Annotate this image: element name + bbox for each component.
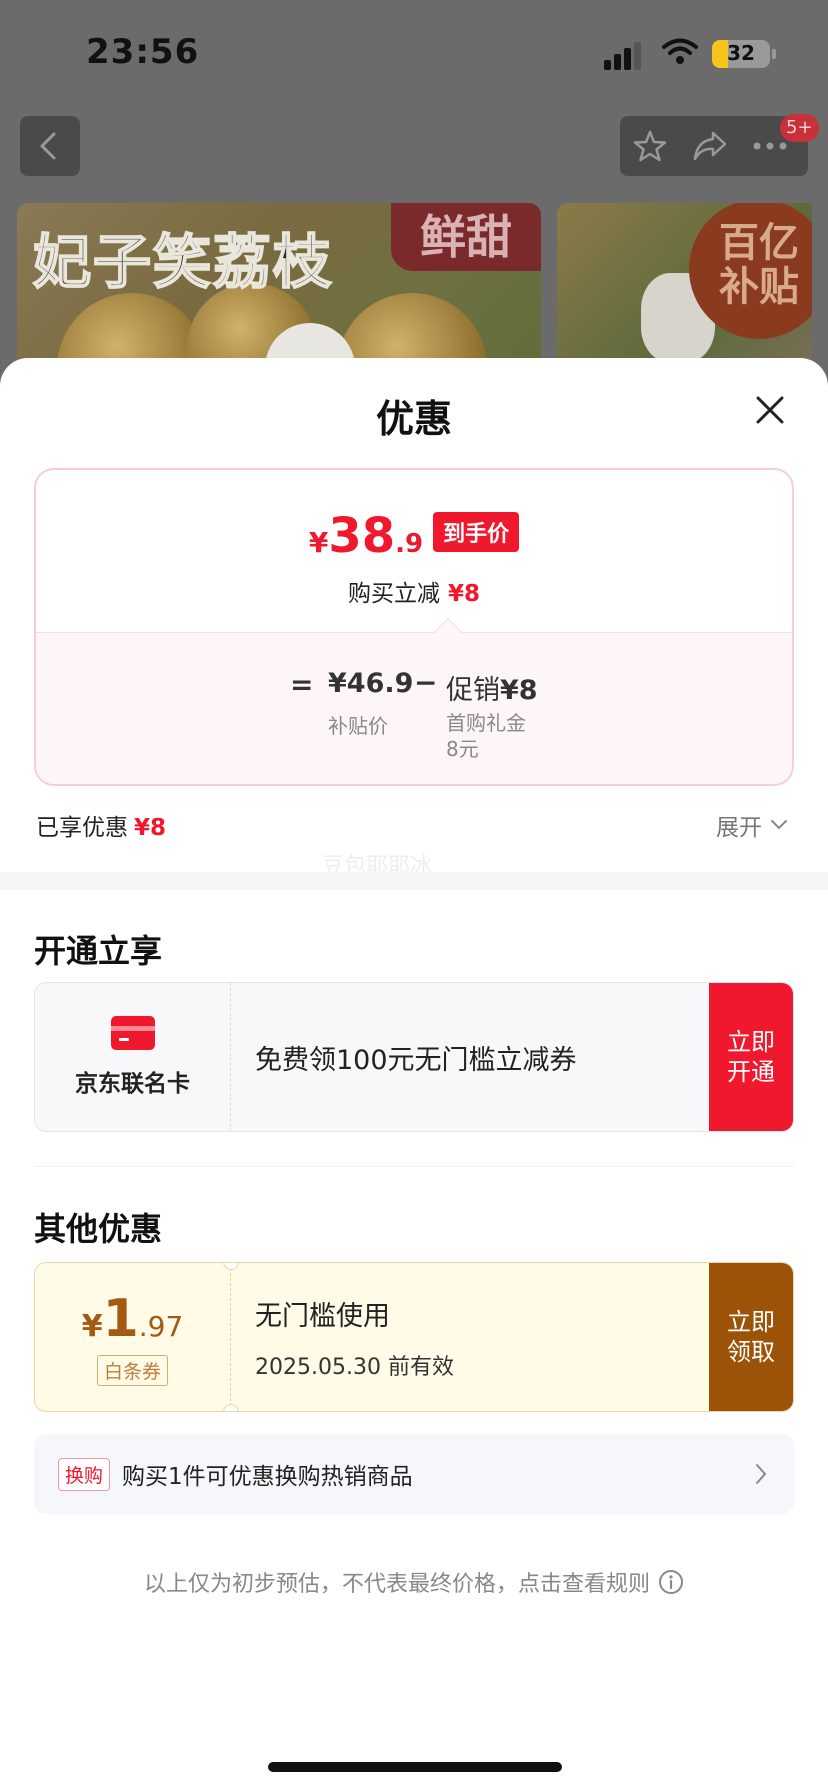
price-breakdown bbox=[36, 632, 792, 784]
notification-badge: 5+ bbox=[780, 114, 819, 142]
banner-title: 妃子笑荔枝 bbox=[32, 227, 334, 297]
chevron-left-icon bbox=[40, 132, 56, 160]
coupon-type-tag: 白条券 bbox=[96, 1354, 168, 1386]
product-banner-image: 妃子笑荔枝 鲜甜 bbox=[17, 203, 541, 380]
swap-offer-row[interactable]: 换购 购买1件可优惠换购热销商品 bbox=[34, 1434, 794, 1514]
promo-detail: 首购礼金 8元 bbox=[446, 711, 526, 761]
coupon-decimal: .97 bbox=[138, 1309, 184, 1343]
coupon-amount: ¥ 1 .97 bbox=[82, 1289, 184, 1349]
card-offer-text: 免费领100元无门槛立减券 bbox=[255, 1044, 577, 1076]
close-icon bbox=[756, 396, 784, 424]
coupon-details: 无门槛使用 2025.05.30 前有效 bbox=[231, 1263, 709, 1411]
enjoyed-discount: 已享优惠 ¥8 bbox=[36, 808, 166, 842]
close-button[interactable] bbox=[748, 388, 792, 432]
equals-sign: = bbox=[290, 668, 314, 701]
status-bar: 23:56 32 bbox=[0, 0, 828, 100]
battery-cap bbox=[772, 49, 776, 59]
cobrand-card-offer: 京东联名卡 免费领100元无门槛立减券 立即 开通 bbox=[34, 982, 794, 1132]
other-section-title: 其他优惠 bbox=[34, 1210, 163, 1248]
open-section-title: 开通立享 bbox=[34, 932, 163, 970]
info-icon bbox=[659, 1570, 683, 1594]
promo-line: 促销¥8 bbox=[446, 668, 538, 707]
base-price: ¥46.9 bbox=[328, 668, 414, 699]
promo-amount: ¥8 bbox=[500, 675, 538, 706]
cobrand-card-info: 京东联名卡 bbox=[35, 983, 231, 1131]
coupon-validity: 2025.05.30 前有效 bbox=[255, 1354, 454, 1380]
enjoyed-amount: ¥8 bbox=[134, 815, 167, 841]
product-banner-image-2: 百亿补贴 bbox=[557, 203, 812, 380]
promo-label: 促销 bbox=[446, 675, 500, 706]
sheet-title: 优惠 bbox=[375, 397, 452, 441]
base-price-label: 补贴价 bbox=[328, 714, 388, 738]
discount-sheet: 优惠 ¥ 38 .9 到手价 购买立减 ¥8 = ¥46.9 − 促销¥8 补贴价… bbox=[0, 358, 828, 1792]
final-price-currency: ¥ bbox=[308, 526, 329, 559]
wifi-icon bbox=[662, 38, 698, 64]
claim-coupon-button[interactable]: 立即 领取 bbox=[709, 1263, 793, 1411]
enjoyed-label: 已享优惠 bbox=[36, 815, 128, 841]
chevron-right-icon bbox=[756, 1464, 767, 1484]
footnote-text: 以上仅为初步预估，不代表最终价格，点击查看规则 bbox=[143, 1572, 650, 1597]
status-time: 23:56 bbox=[86, 32, 200, 72]
favorite-button[interactable] bbox=[620, 116, 680, 176]
chevron-down-icon bbox=[771, 820, 787, 830]
coupon-currency: ¥ bbox=[81, 1308, 103, 1344]
back-button[interactable] bbox=[20, 116, 80, 176]
swap-tag: 换购 bbox=[58, 1457, 111, 1491]
reduce-label: 购买立减 bbox=[347, 581, 440, 607]
battery-level: 32 bbox=[727, 41, 755, 65]
final-price-decimal: .9 bbox=[395, 529, 424, 559]
minus-sign: − bbox=[414, 666, 438, 699]
expand-button[interactable]: 展开 bbox=[716, 808, 788, 842]
final-price-tag: 到手价 bbox=[433, 512, 520, 552]
banner-tag: 鲜甜 bbox=[391, 203, 541, 271]
price-summary-card: ¥ 38 .9 到手价 购买立减 ¥8 = ¥46.9 − 促销¥8 补贴价 首购… bbox=[34, 468, 794, 786]
final-price: ¥ 38 .9 到手价 bbox=[36, 508, 792, 564]
more-dots-icon bbox=[753, 142, 787, 150]
share-button[interactable] bbox=[680, 116, 740, 176]
open-now-button[interactable]: 立即 开通 bbox=[709, 983, 793, 1131]
coupon-value: ¥ 1 .97 白条券 bbox=[35, 1263, 239, 1411]
rules-footnote[interactable]: 以上仅为初步预估，不代表最终价格，点击查看规则 bbox=[0, 1566, 828, 1598]
background-page: 23:56 32 5+ 妃子笑荔枝 鲜甜 百亿补贴 bbox=[0, 0, 828, 380]
divider bbox=[34, 1166, 794, 1167]
expand-label: 展开 bbox=[716, 815, 762, 841]
final-price-integer: 38 bbox=[328, 508, 396, 564]
baitiao-coupon: ¥ 1 .97 白条券 无门槛使用 2025.05.30 前有效 立即 领取 bbox=[34, 1262, 794, 1412]
section-gap bbox=[0, 872, 828, 890]
swap-text: 购买1件可优惠换购热销商品 bbox=[122, 1464, 413, 1490]
credit-card-icon bbox=[110, 1016, 155, 1050]
card-name: 京东联名卡 bbox=[75, 1071, 190, 1097]
battery-icon: 32 bbox=[712, 40, 770, 68]
home-indicator bbox=[268, 1762, 562, 1772]
share-icon bbox=[693, 131, 727, 161]
coupon-condition: 无门槛使用 bbox=[255, 1300, 390, 1332]
reduce-line: 购买立减 ¥8 bbox=[36, 574, 792, 608]
coupon-integer: 1 bbox=[102, 1288, 139, 1349]
star-icon bbox=[633, 130, 667, 162]
reduce-amount: ¥8 bbox=[447, 581, 480, 607]
cellular-signal-icon bbox=[604, 42, 642, 70]
